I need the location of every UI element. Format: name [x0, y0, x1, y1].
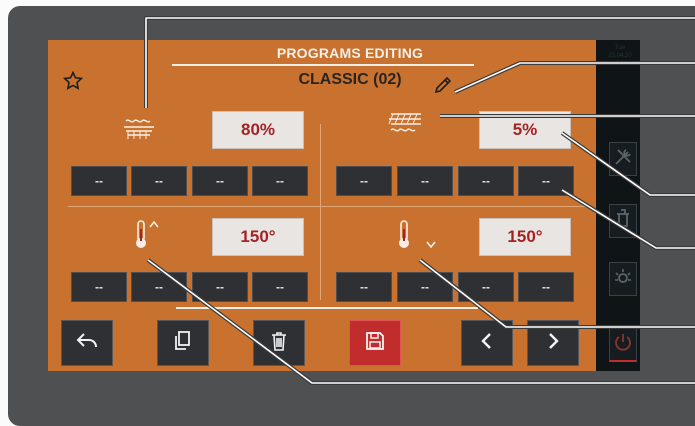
- callout-leader-lines: [144, 16, 695, 385]
